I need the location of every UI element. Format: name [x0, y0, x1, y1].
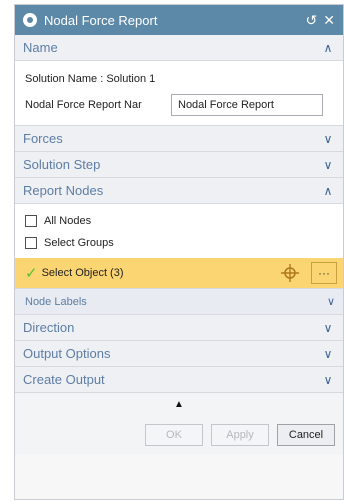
section-direction-label: Direction	[23, 320, 75, 335]
section-solution-step-header[interactable]: Solution Step ∨	[15, 152, 343, 178]
report-name-row: Nodal Force Report Nar	[25, 93, 335, 117]
node-labels-label: Node Labels	[25, 295, 87, 308]
more-options-button[interactable]: ···	[311, 262, 337, 284]
select-groups-checkbox[interactable]	[25, 237, 37, 249]
chevron-down-icon: ∨	[323, 346, 333, 361]
section-create-output-label: Create Output	[23, 372, 105, 387]
report-name-field[interactable]	[171, 94, 323, 116]
section-name-label: Name	[23, 40, 58, 55]
node-labels-subsection[interactable]: Node Labels ∨	[15, 288, 343, 314]
select-object-row[interactable]: ✓ Select Object (3) ···	[15, 258, 343, 288]
chevron-down-icon: ∨	[323, 372, 333, 387]
chevron-up-icon: ∧	[323, 183, 333, 198]
apply-button[interactable]: Apply	[211, 424, 269, 446]
section-name-body: Solution Name : Solution 1 Nodal Force R…	[15, 61, 343, 126]
all-nodes-label: All Nodes	[44, 215, 92, 227]
dialog-titlebar: Nodal Force Report ↺ ✕	[15, 5, 343, 35]
select-object-label: Select Object (3)	[41, 267, 124, 279]
reset-icon[interactable]: ↺	[306, 12, 318, 29]
solution-name-row: Solution Name : Solution 1	[25, 67, 335, 91]
all-nodes-option[interactable]: All Nodes	[25, 210, 335, 232]
settings-icon	[23, 13, 37, 27]
section-forces-label: Forces	[23, 131, 63, 146]
ok-button[interactable]: OK	[145, 424, 203, 446]
section-name-header[interactable]: Name ∧	[15, 35, 343, 61]
section-direction-header[interactable]: Direction ∨	[15, 315, 343, 341]
checkmark-icon: ✓	[25, 265, 38, 282]
section-forces-header[interactable]: Forces ∨	[15, 126, 343, 152]
section-report-nodes-label: Report Nodes	[23, 183, 104, 198]
all-nodes-checkbox[interactable]	[25, 215, 37, 227]
solution-name-text: Solution Name : Solution 1	[25, 73, 156, 85]
section-report-nodes-body: All Nodes Select Groups ✓ Select Object …	[15, 204, 343, 315]
chevron-down-icon: ∨	[323, 157, 333, 172]
section-create-output-header[interactable]: Create Output ∨	[15, 367, 343, 393]
report-name-label: Nodal Force Report Nar	[25, 99, 142, 111]
chevron-down-icon: ∨	[326, 296, 335, 308]
nodal-force-report-dialog: Nodal Force Report ↺ ✕ Name ∧ Solution N…	[14, 4, 344, 500]
triangle-up-icon: ▲	[174, 398, 184, 410]
section-output-options-header[interactable]: Output Options ∨	[15, 341, 343, 367]
dialog-title: Nodal Force Report	[44, 12, 158, 28]
chevron-up-icon: ∧	[323, 40, 333, 55]
select-groups-label: Select Groups	[44, 237, 114, 249]
chevron-down-icon: ∨	[323, 320, 333, 335]
crosshair-icon[interactable]	[279, 262, 301, 284]
chevron-down-icon: ∨	[323, 131, 333, 146]
close-icon[interactable]: ✕	[323, 12, 335, 29]
cancel-button[interactable]: Cancel	[277, 424, 335, 446]
collapse-toggle[interactable]: ▲	[15, 393, 343, 415]
select-groups-option[interactable]: Select Groups	[25, 232, 335, 254]
section-solution-step-label: Solution Step	[23, 157, 101, 172]
section-output-options-label: Output Options	[23, 346, 111, 361]
section-report-nodes-header[interactable]: Report Nodes ∧	[15, 178, 343, 204]
dialog-footer: OK Apply Cancel	[15, 415, 343, 455]
